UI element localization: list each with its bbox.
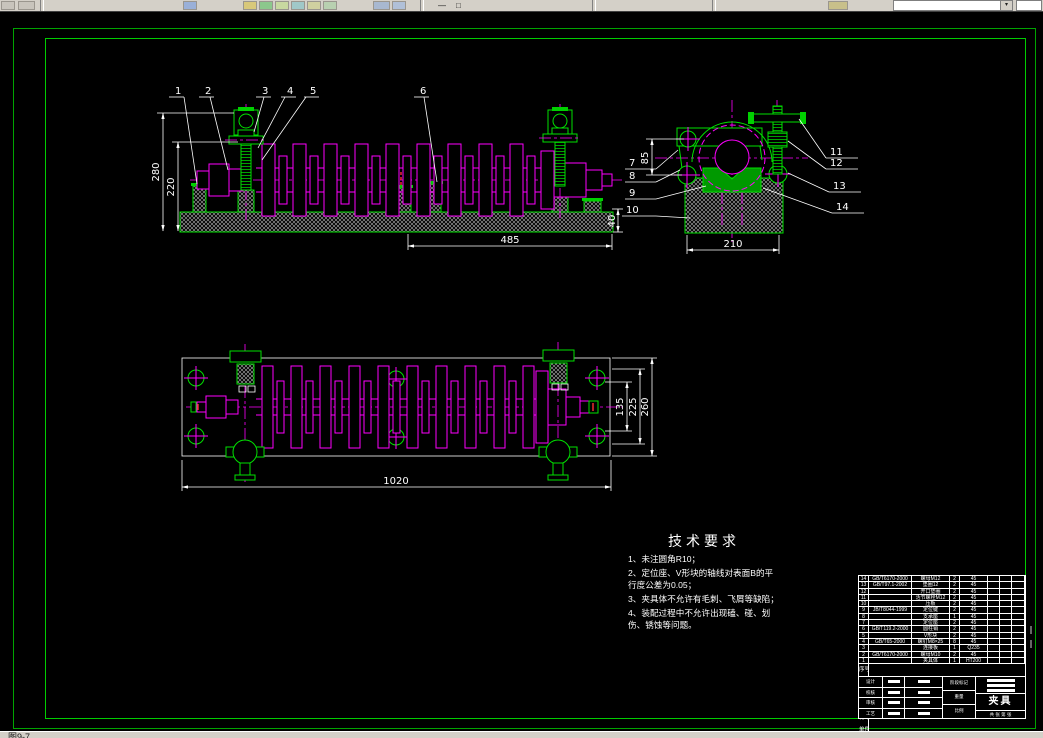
bom-cell: 序号	[859, 664, 869, 677]
dim-260: 260	[640, 397, 651, 416]
cad-application-window: — □ ▾ 280 220 485 40 1 2 3 4 5 6 85 210 …	[0, 0, 1043, 738]
part-label: 1	[175, 86, 181, 97]
tech-requirements-list: 1、未注圆角R10； 2、定位座、V形块的轴线对表面B的平行度公差为0.05； 3、…	[628, 553, 780, 631]
sheet-count: 共 张 第 张	[989, 712, 1012, 717]
part-label: 2	[205, 86, 211, 97]
stage-mark-bars	[976, 677, 1025, 694]
part-label: 13	[833, 181, 846, 192]
part-label: 11	[830, 147, 843, 158]
dim-1020: 1020	[383, 476, 408, 487]
front-view: 280 220 485 40 1 2 3 4 5 6	[151, 86, 623, 250]
dim-485: 485	[500, 235, 519, 246]
part-label: 4	[287, 86, 293, 97]
part-label: 14	[836, 202, 849, 213]
title-block-role: 校核	[859, 687, 883, 697]
title-block-role: 审核	[859, 698, 883, 708]
dim-225: 225	[628, 397, 639, 416]
bom-cell	[1000, 657, 1012, 665]
part-label: 9	[629, 188, 635, 199]
status-text: 图9-7	[8, 732, 31, 738]
weight-label: 重量	[943, 691, 975, 705]
technical-requirements: 技术要求 1、未注圆角R10； 2、定位座、V形块的轴线对表面B的平行度公差为0.…	[628, 531, 780, 631]
part-label: 10	[626, 205, 639, 216]
tech-requirement-item: 1、未注圆角R10；	[628, 554, 701, 564]
bom-cell: HT200	[960, 657, 988, 665]
tech-requirement-item: 4、装配过程中不允许出现磕、碰、划伤、锈蚀等问题。	[628, 608, 771, 630]
parts-list: 14 GB/T6170-2000 螺母M12 2 45 13 GB/T97.1-2002 垫圈…	[858, 575, 1026, 738]
crank-journal-section	[714, 139, 750, 175]
title-block-role: 工艺	[859, 708, 883, 719]
part-label: 6	[420, 86, 426, 97]
bom-row: 1 夹具体 1 HT200	[859, 657, 1025, 665]
dim-210: 210	[723, 239, 742, 250]
title-block-role: 设计	[859, 677, 883, 687]
dim-85: 85	[640, 152, 651, 165]
title-block-stage: 阶段标记 重量 比例	[943, 677, 976, 719]
dim-220: 220	[166, 177, 177, 196]
plan-view: 1020 135 225 260	[181, 342, 657, 491]
part-label: 12	[830, 158, 843, 169]
tech-requirement-item: 3、夹具体不允许有毛刺、飞屑等缺陷；	[628, 594, 779, 604]
drawing-title: 夹具	[976, 694, 1025, 711]
bom-cell	[988, 657, 1000, 665]
part-label: 3	[262, 86, 268, 97]
bom-cell: 1	[950, 657, 960, 665]
scale-label: 比例	[954, 708, 964, 713]
part-label: 5	[310, 86, 316, 97]
part-label: 8	[629, 171, 635, 182]
end-view: 85 210 7 8 9 10 11 12 13 14	[622, 100, 864, 254]
bom-cell	[1012, 657, 1025, 665]
tech-requirement-item: 2、定位座、V形块的轴线对表面B的平行度公差为0.05；	[628, 568, 774, 590]
dim-40: 40	[607, 215, 618, 228]
dim-280: 280	[151, 162, 162, 181]
bom-cell	[869, 657, 912, 665]
status-bar: 图9-7	[0, 731, 1043, 738]
bom-cell: 夹具体	[912, 657, 950, 665]
title-block: 设计 校核 审核 工艺 阶段标记 重量 比例 夹具 共 张 第 张	[858, 676, 1026, 719]
bom-table: 14 GB/T6170-2000 螺母M12 2 45 13 GB/T97.1-2002 垫圈…	[859, 576, 1025, 665]
stage-mark-label: 阶段标记	[943, 677, 975, 691]
title-block-signatures: 设计 校核 审核 工艺	[859, 677, 943, 719]
title-block-name-area: 夹具 共 张 第 张	[976, 677, 1025, 719]
tech-requirements-title: 技术要求	[668, 533, 740, 549]
part-label: 7	[629, 158, 635, 169]
dim-135: 135	[615, 397, 626, 416]
